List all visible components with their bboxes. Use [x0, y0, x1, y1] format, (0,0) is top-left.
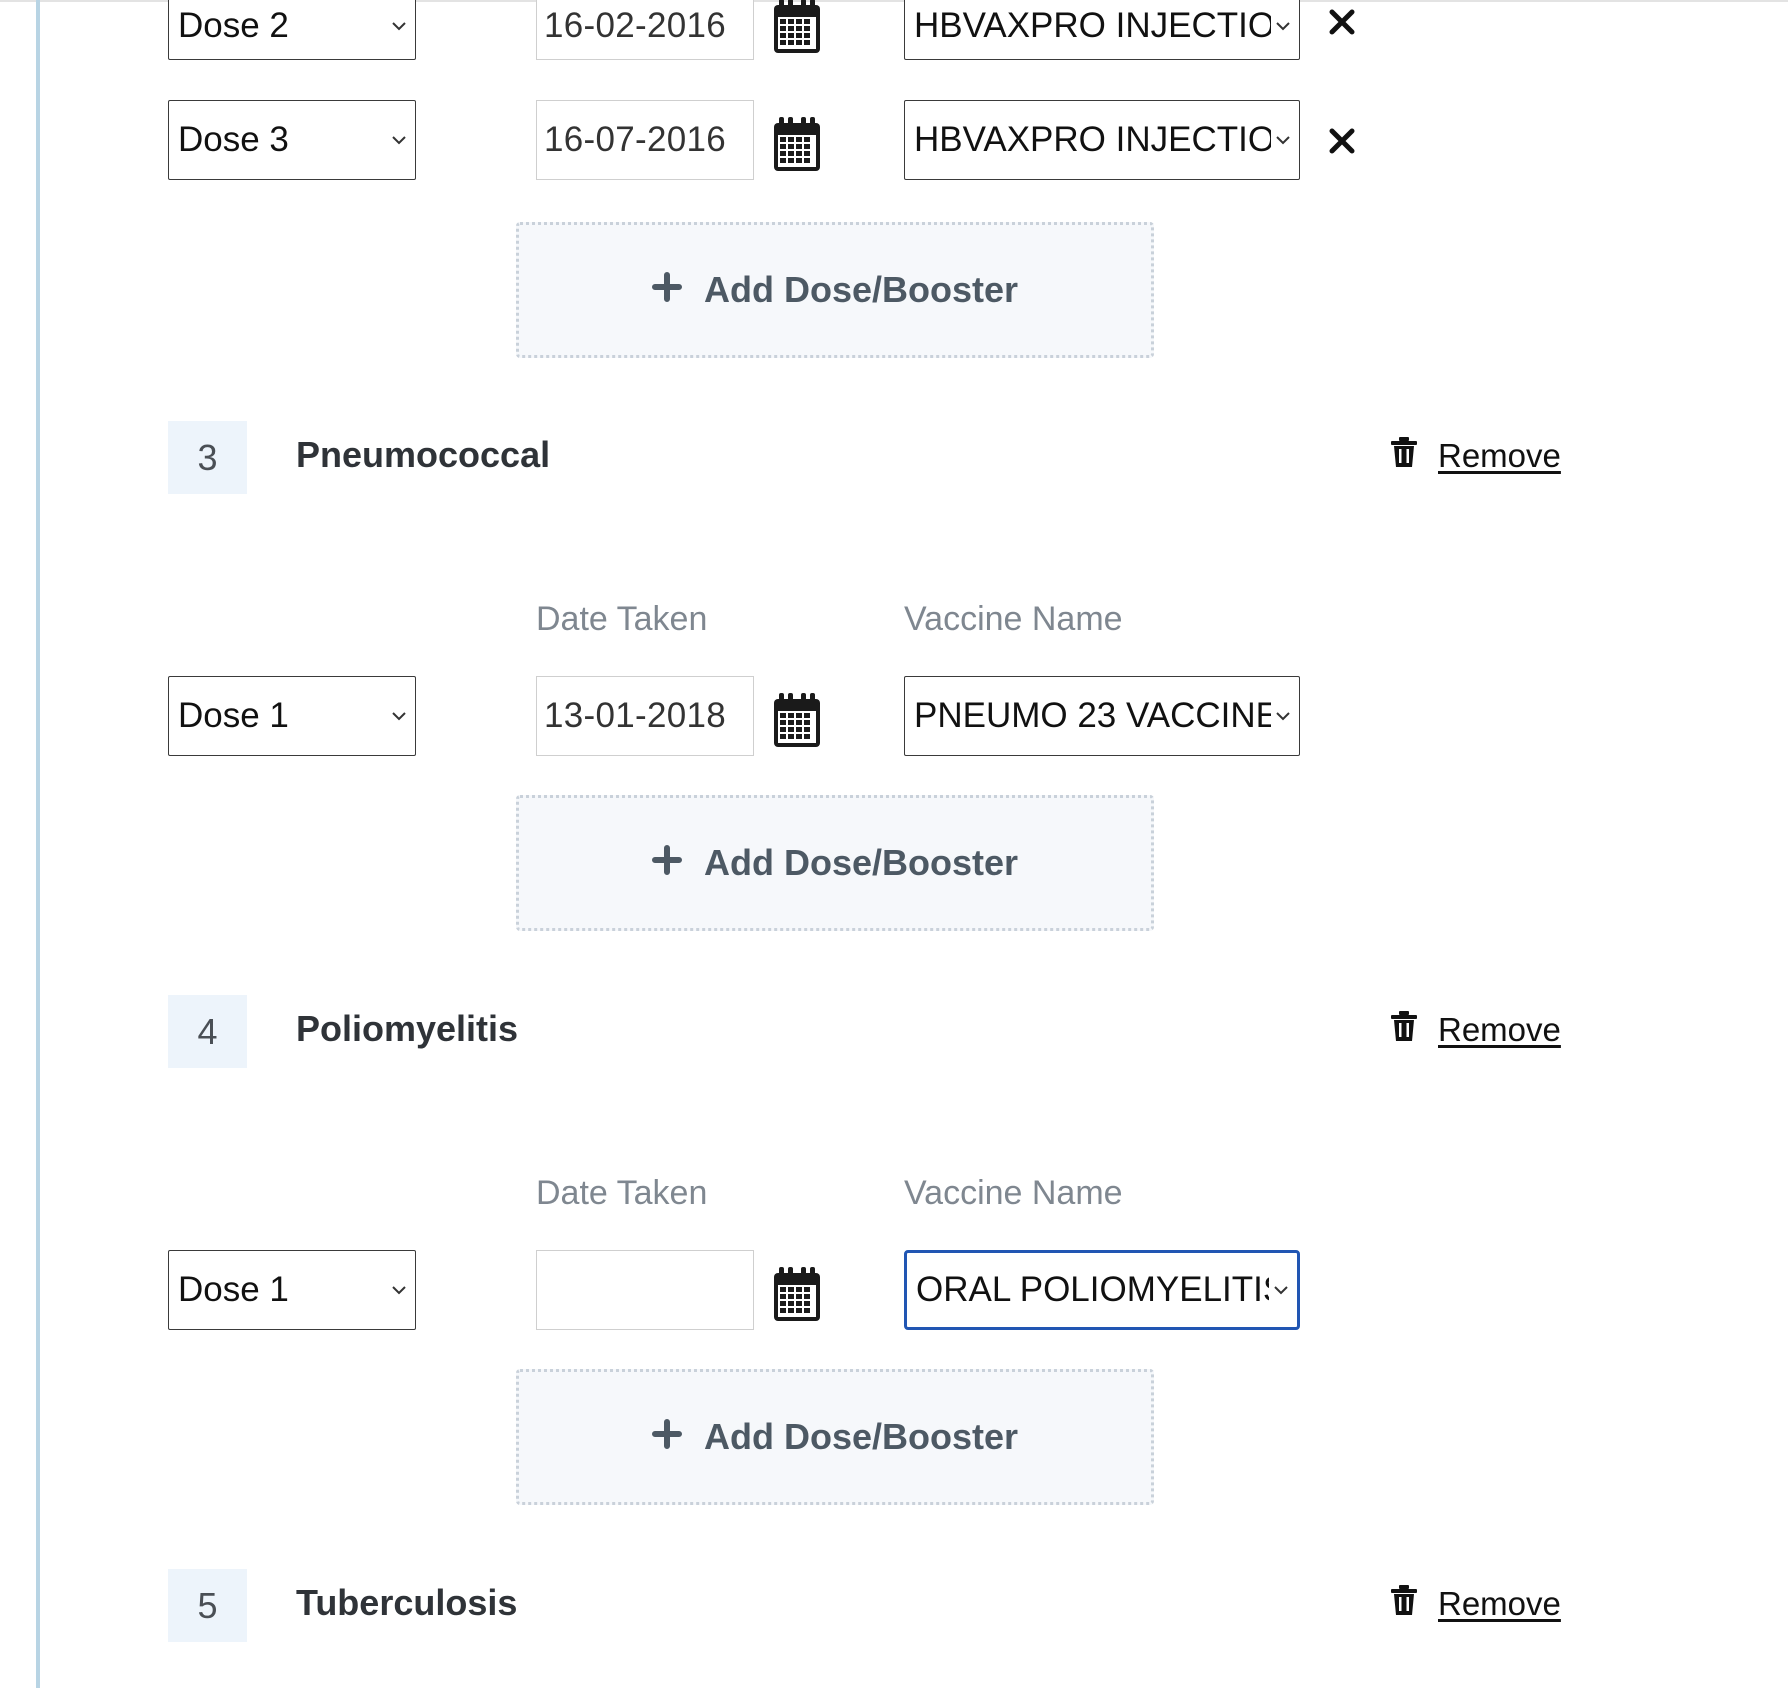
- vaccine-name-value: ORAL POLIOMYELITIS: [916, 1270, 1269, 1309]
- dose-select-value: Dose 3: [178, 120, 289, 159]
- vaccine-name-select[interactable]: HBVAXPRO INJECTIO: [904, 0, 1300, 60]
- plus-icon: [651, 1416, 682, 1458]
- trash-icon: [1390, 1584, 1418, 1624]
- vaccine-name-select[interactable]: HBVAXPRO INJECTIO: [904, 100, 1300, 180]
- dose-select[interactable]: Dose 1: [168, 676, 416, 756]
- vaccine-name-value: PNEUMO 23 VACCINE: [914, 696, 1271, 735]
- chevron-down-icon: [1271, 135, 1295, 145]
- chevron-down-icon: [1271, 711, 1295, 721]
- remove-label: Remove: [1438, 437, 1561, 474]
- chevron-down-icon: [1271, 21, 1295, 31]
- vaccine-number: 3: [197, 436, 218, 478]
- date-taken-input[interactable]: [536, 1250, 754, 1330]
- vaccine-title: Poliomyelitis: [296, 1008, 519, 1049]
- remove-vaccine-button[interactable]: Remove: [1390, 436, 1561, 476]
- date-taken-input[interactable]: 13-01-2018: [536, 676, 754, 756]
- trash-icon: [1390, 1010, 1418, 1050]
- calendar-icon[interactable]: [766, 1260, 828, 1328]
- date-taken-input[interactable]: 16-02-2016: [536, 0, 754, 60]
- date-taken-value: 13-01-2018: [544, 696, 727, 735]
- vaccine-name-label: Vaccine Name: [904, 1174, 1123, 1212]
- add-dose-booster-label: Add Dose/Booster: [703, 842, 1019, 883]
- add-dose-booster-button[interactable]: Add Dose/Booster: [516, 222, 1154, 358]
- plus-icon: [651, 842, 682, 884]
- add-dose-booster-button[interactable]: Add Dose/Booster: [516, 1369, 1154, 1505]
- date-taken-value: 16-07-2016: [544, 120, 727, 159]
- calendar-icon[interactable]: [766, 0, 828, 60]
- vaccine-name-select[interactable]: PNEUMO 23 VACCINE: [904, 676, 1300, 756]
- calendar-icon[interactable]: [766, 686, 828, 754]
- add-dose-booster-button[interactable]: Add Dose/Booster: [516, 795, 1154, 931]
- vaccine-name-value: HBVAXPRO INJECTIO: [914, 120, 1271, 159]
- remove-label: Remove: [1438, 1585, 1561, 1622]
- chevron-down-icon: [387, 1285, 411, 1295]
- chevron-down-icon: [387, 711, 411, 721]
- close-icon[interactable]: [1320, 119, 1364, 163]
- plus-icon: [651, 269, 682, 311]
- vaccine-number: 5: [197, 1584, 218, 1626]
- close-icon[interactable]: [1320, 0, 1364, 44]
- chevron-down-icon: [1269, 1285, 1293, 1295]
- date-taken-value: 16-02-2016: [544, 6, 727, 45]
- date-taken-label: Date Taken: [536, 1174, 708, 1212]
- dose-select-value: Dose 1: [178, 696, 289, 735]
- remove-label: Remove: [1438, 1011, 1561, 1048]
- vaccine-number-badge: 4: [168, 995, 247, 1068]
- vaccine-title: Tuberculosis: [296, 1582, 518, 1623]
- date-taken-label: Date Taken: [536, 600, 708, 638]
- chevron-down-icon: [387, 135, 411, 145]
- date-taken-input[interactable]: 16-07-2016: [536, 100, 754, 180]
- vaccine-number-badge: 5: [168, 1569, 247, 1642]
- dose-select-value: Dose 2: [178, 6, 289, 45]
- dose-select-value: Dose 1: [178, 1270, 289, 1309]
- dose-select[interactable]: Dose 1: [168, 1250, 416, 1330]
- chevron-down-icon: [387, 21, 411, 31]
- left-border-rule: [36, 0, 40, 1688]
- vaccine-name-value: HBVAXPRO INJECTIO: [914, 6, 1271, 45]
- vaccine-name-select[interactable]: ORAL POLIOMYELITIS: [904, 1250, 1300, 1330]
- trash-icon: [1390, 436, 1418, 476]
- vaccine-name-label: Vaccine Name: [904, 600, 1123, 638]
- vaccine-number: 4: [197, 1010, 218, 1052]
- dose-select[interactable]: Dose 3: [168, 100, 416, 180]
- vaccine-number-badge: 3: [168, 421, 247, 494]
- calendar-icon[interactable]: [766, 110, 828, 178]
- remove-vaccine-button[interactable]: Remove: [1390, 1010, 1561, 1050]
- add-dose-booster-label: Add Dose/Booster: [703, 1416, 1019, 1457]
- vaccine-title: Pneumococcal: [296, 434, 551, 475]
- add-dose-booster-label: Add Dose/Booster: [703, 269, 1019, 310]
- dose-select[interactable]: Dose 2: [168, 0, 416, 60]
- remove-vaccine-button[interactable]: Remove: [1390, 1584, 1561, 1624]
